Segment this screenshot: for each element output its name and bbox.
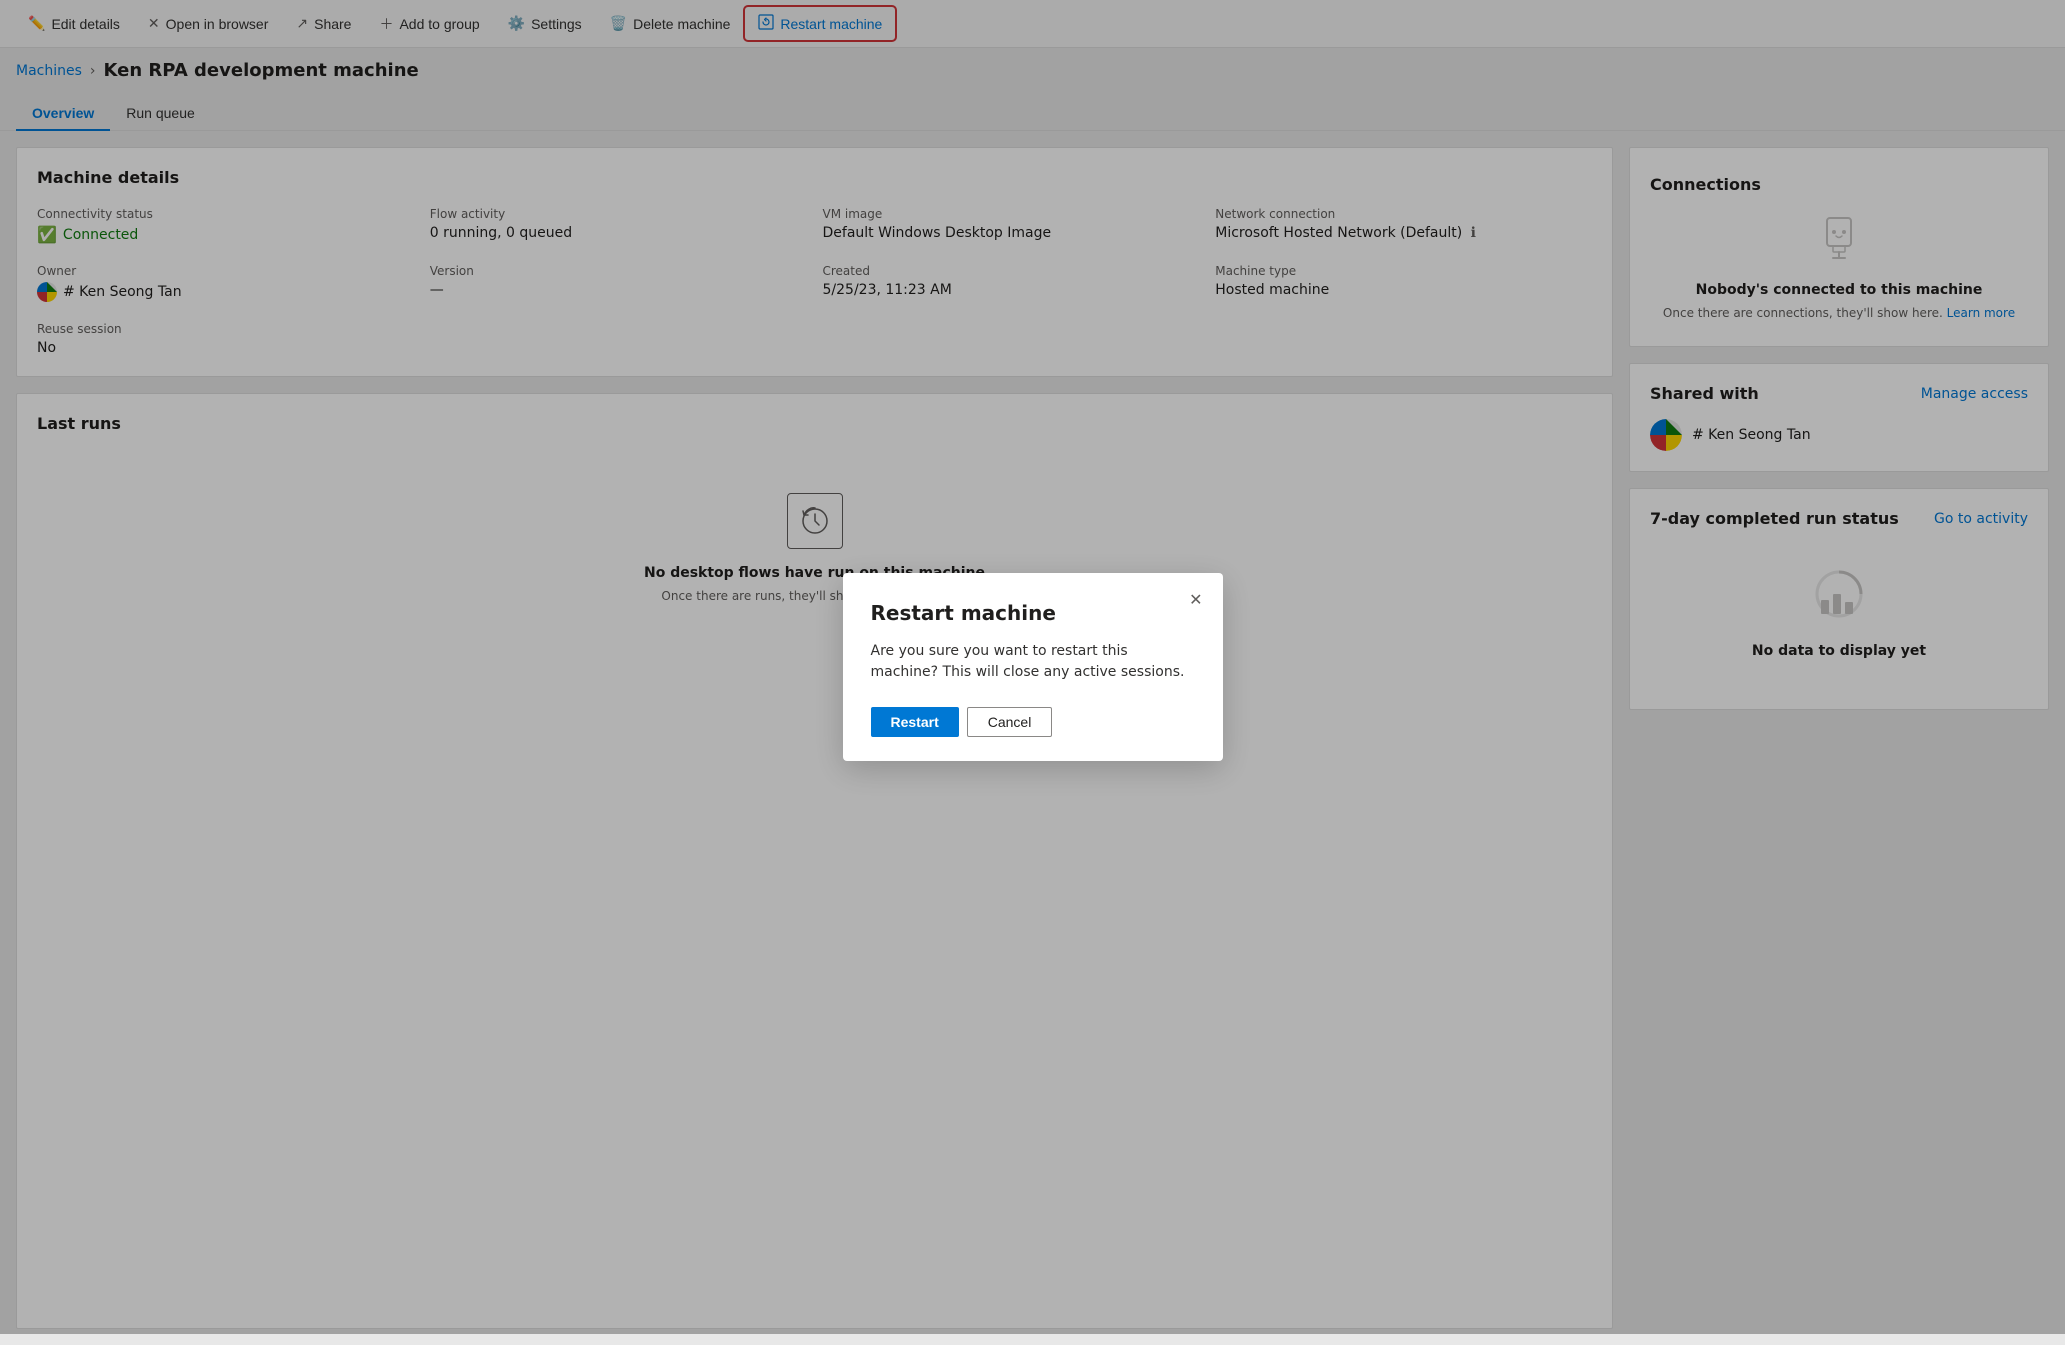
modal-restart-button[interactable]: Restart <box>871 707 959 737</box>
modal-actions: Restart Cancel <box>871 707 1195 737</box>
modal-close-button[interactable]: ✕ <box>1185 589 1206 613</box>
restart-machine-modal: Restart machine ✕ Are you sure you want … <box>843 573 1223 761</box>
modal-body: Are you sure you want to restart this ma… <box>871 641 1195 683</box>
modal-overlay[interactable]: Restart machine ✕ Are you sure you want … <box>0 0 2065 1334</box>
modal-cancel-button[interactable]: Cancel <box>967 707 1053 737</box>
modal-title: Restart machine <box>871 601 1195 625</box>
